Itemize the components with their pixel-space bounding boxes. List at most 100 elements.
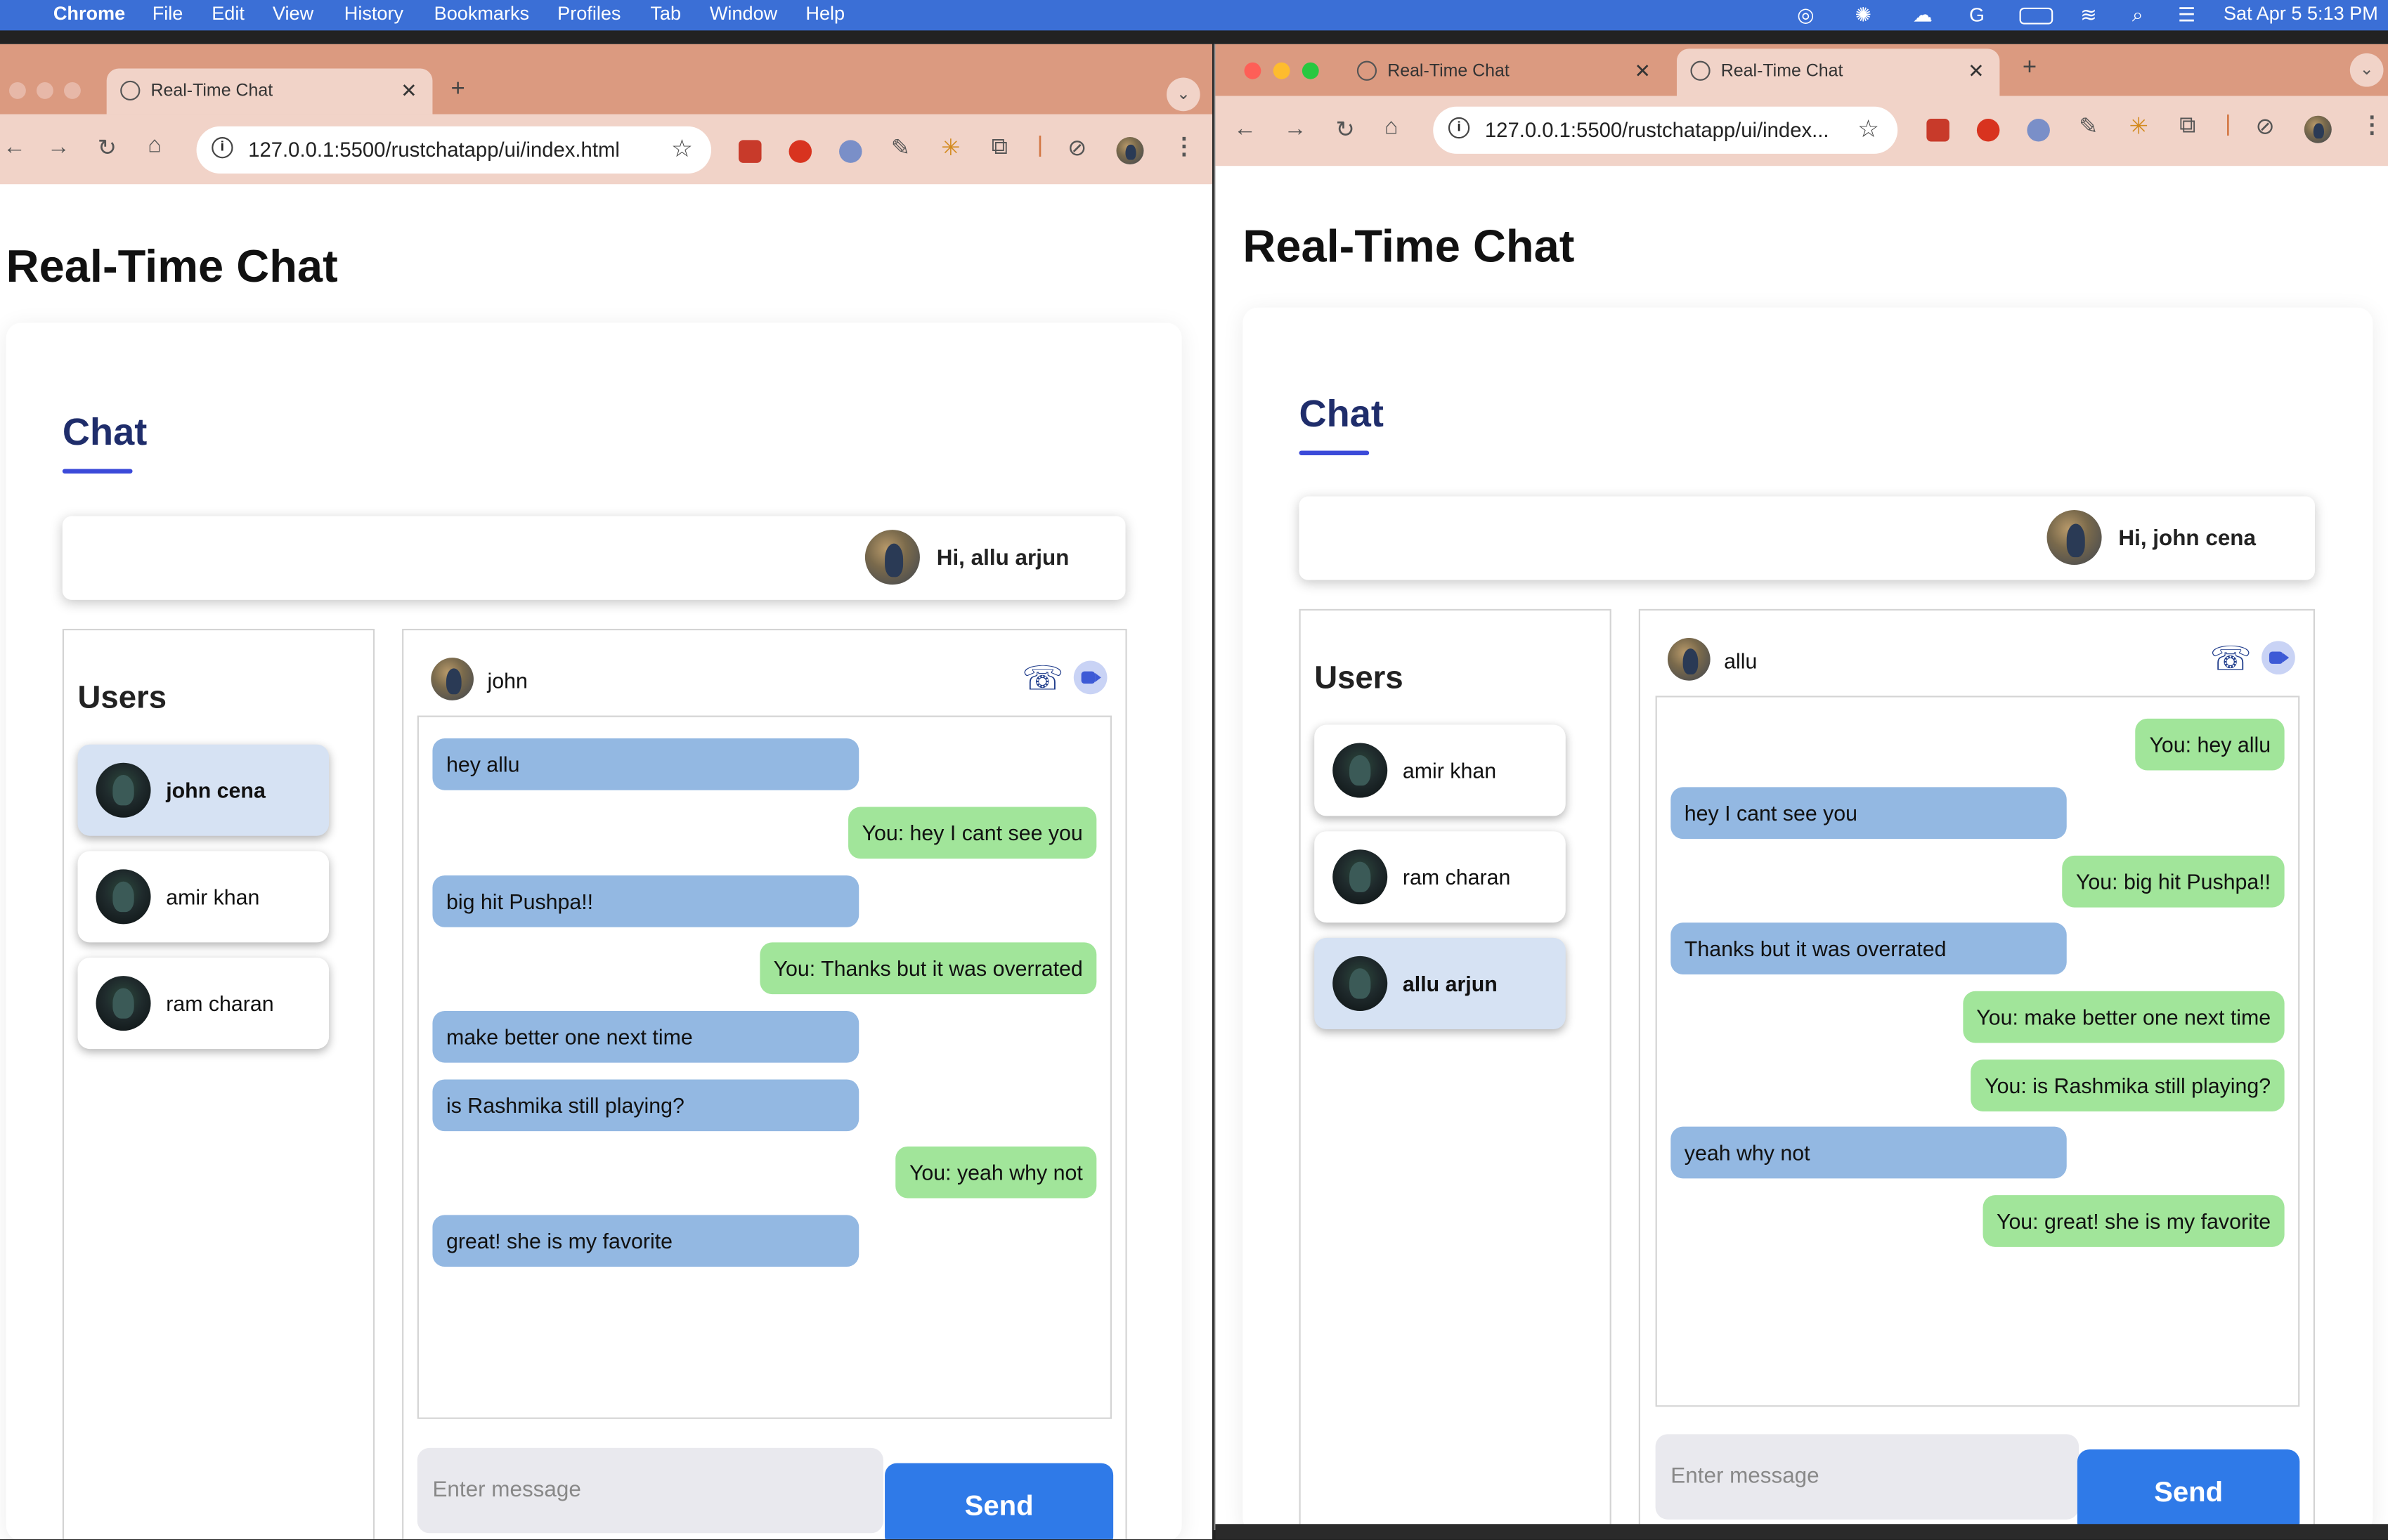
tab-search-icon[interactable]: ⌄: [1166, 77, 1200, 112]
chat-partner-name: john: [487, 668, 528, 693]
phone-icon[interactable]: ☏: [1022, 659, 1064, 698]
close-icon[interactable]: ✕: [1634, 60, 1651, 84]
menu-file[interactable]: File: [153, 3, 183, 24]
wifi-icon[interactable]: ≋: [2080, 3, 2097, 27]
user-item-ram-charan[interactable]: ram charan: [1314, 831, 1566, 923]
sync-icon[interactable]: ✺: [1855, 3, 1872, 27]
zoom-window-icon[interactable]: [1302, 62, 1319, 79]
url-text: 127.0.0.1:5500/rustchatapp/ui/index.html: [248, 138, 620, 162]
battery-icon[interactable]: [2019, 7, 2053, 25]
plus-icon[interactable]: +: [2023, 55, 2037, 82]
user-name: amir khan: [1402, 758, 1497, 783]
menubar-clock[interactable]: Sat Apr 5 5:13 PM: [2224, 3, 2378, 24]
back-icon[interactable]: ←: [3, 134, 26, 160]
video-icon[interactable]: [2262, 641, 2295, 675]
pdf-extension-icon[interactable]: [1926, 119, 1949, 142]
ublock-icon[interactable]: [789, 140, 812, 163]
pinwheel-icon[interactable]: ✳: [941, 134, 960, 162]
menu-help[interactable]: Help: [805, 3, 845, 24]
reload-icon[interactable]: ↻: [98, 134, 117, 162]
close-window-icon[interactable]: [9, 82, 26, 99]
star-icon[interactable]: ☆: [1857, 115, 1879, 145]
kebab-icon[interactable]: ⋮: [2361, 111, 2384, 138]
close-icon[interactable]: ✕: [401, 79, 417, 104]
profile-avatar[interactable]: [2304, 115, 2332, 143]
reload-icon[interactable]: ↻: [1336, 116, 1355, 143]
pinwheel-icon[interactable]: ✳: [2129, 112, 2148, 141]
control-center-icon[interactable]: ☰: [2178, 3, 2195, 27]
ai-icon[interactable]: ⊘: [2255, 112, 2274, 141]
chat-heading: Chat: [1299, 393, 1384, 436]
minimize-window-icon[interactable]: [37, 82, 53, 99]
menu-profiles[interactable]: Profiles: [557, 3, 621, 24]
extension-icon[interactable]: [839, 140, 862, 163]
ai-icon[interactable]: ⊘: [1068, 134, 1086, 162]
home-icon[interactable]: ⌂: [1384, 115, 1399, 141]
pdf-extension-icon[interactable]: [739, 140, 762, 163]
extension-icon[interactable]: [2027, 119, 2050, 142]
send-button[interactable]: Send: [2077, 1449, 2300, 1530]
forward-icon[interactable]: →: [47, 134, 70, 160]
message-incoming: hey allu: [432, 738, 859, 790]
url-text: 127.0.0.1:5500/rustchatapp/ui/index...: [1484, 119, 1829, 142]
toolbar-divider: |: [1037, 132, 1044, 159]
message-outgoing: You: hey allu: [2135, 718, 2285, 771]
menu-window[interactable]: Window: [710, 3, 777, 24]
video-icon[interactable]: [1073, 660, 1108, 695]
send-button[interactable]: Send: [885, 1463, 1114, 1539]
address-bar[interactable]: i 127.0.0.1:5500/rustchatapp/ui/index.ht…: [196, 126, 712, 174]
user-item-ram-charan[interactable]: ram charan: [77, 958, 330, 1050]
phone-icon[interactable]: ☏: [2209, 639, 2252, 679]
teams-icon[interactable]: ◎: [1797, 3, 1815, 27]
message-list: hey allu You: hey I cant see you big hit…: [417, 715, 1112, 1419]
minimize-window-icon[interactable]: [1273, 62, 1290, 79]
avatar: [1332, 743, 1388, 798]
info-icon[interactable]: i: [1448, 117, 1470, 139]
home-icon[interactable]: ⌂: [148, 133, 162, 159]
kebab-icon[interactable]: ⋮: [1173, 133, 1196, 160]
address-bar[interactable]: i 127.0.0.1:5500/rustchatapp/ui/index...…: [1433, 106, 1898, 154]
tab-real-time-chat-inactive[interactable]: Real-Time Chat ✕: [1343, 48, 1666, 96]
eyedropper-icon[interactable]: ✎: [2079, 112, 2098, 141]
avatar: [96, 976, 151, 1031]
user-item-allu-arjun[interactable]: allu arjun: [1314, 937, 1566, 1029]
profile-avatar[interactable]: [1116, 137, 1144, 165]
user-item-john-cena[interactable]: john cena: [77, 744, 330, 836]
zoom-window-icon[interactable]: [64, 82, 81, 99]
users-heading: Users: [1314, 660, 1403, 696]
tab-real-time-chat[interactable]: Real-Time Chat ✕: [106, 68, 433, 115]
message-input[interactable]: [1655, 1434, 2079, 1520]
star-icon[interactable]: ☆: [671, 134, 693, 164]
avatar: [1667, 638, 1711, 681]
tab-search-icon[interactable]: ⌄: [2349, 53, 2384, 87]
menu-history[interactable]: History: [344, 3, 403, 24]
search-icon[interactable]: ⌕: [2132, 3, 2143, 27]
back-icon[interactable]: ←: [1233, 116, 1257, 142]
message-input[interactable]: [417, 1447, 883, 1534]
grammarly-icon[interactable]: G: [1969, 3, 1985, 26]
menu-view[interactable]: View: [273, 3, 313, 24]
message-incoming: great! she is my favorite: [432, 1215, 859, 1267]
menu-tab[interactable]: Tab: [650, 3, 681, 24]
info-icon[interactable]: i: [212, 137, 233, 159]
plus-icon[interactable]: +: [450, 76, 465, 103]
menu-app-name[interactable]: Chrome: [53, 3, 125, 24]
user-header: Hi, john cena: [1299, 496, 2315, 580]
tab-real-time-chat-active[interactable]: Real-Time Chat ✕: [1676, 48, 2000, 96]
user-item-amir-khan[interactable]: amir khan: [1314, 724, 1566, 816]
puzzle-icon[interactable]: ⧉: [2179, 112, 2195, 138]
left-browser-window: Real-Time Chat ✕ + ⌄ ← → ↻ ⌂ i 127.0.0.1…: [0, 44, 1213, 1539]
user-name: john cena: [166, 778, 266, 803]
puzzle-icon[interactable]: ⧉: [992, 134, 1008, 160]
eyedropper-icon[interactable]: ✎: [891, 134, 910, 162]
menu-edit[interactable]: Edit: [212, 3, 245, 24]
forward-icon[interactable]: →: [1284, 116, 1307, 142]
close-window-icon[interactable]: [1244, 62, 1261, 79]
close-icon[interactable]: ✕: [1968, 60, 1985, 84]
menu-bookmarks[interactable]: Bookmarks: [434, 3, 530, 24]
cloud-icon[interactable]: ☁: [1913, 3, 1933, 27]
user-name: ram charan: [1402, 864, 1511, 889]
user-header: Hi, allu arjun: [62, 516, 1126, 600]
user-item-amir-khan[interactable]: amir khan: [77, 851, 330, 943]
ublock-icon[interactable]: [1976, 119, 2000, 142]
